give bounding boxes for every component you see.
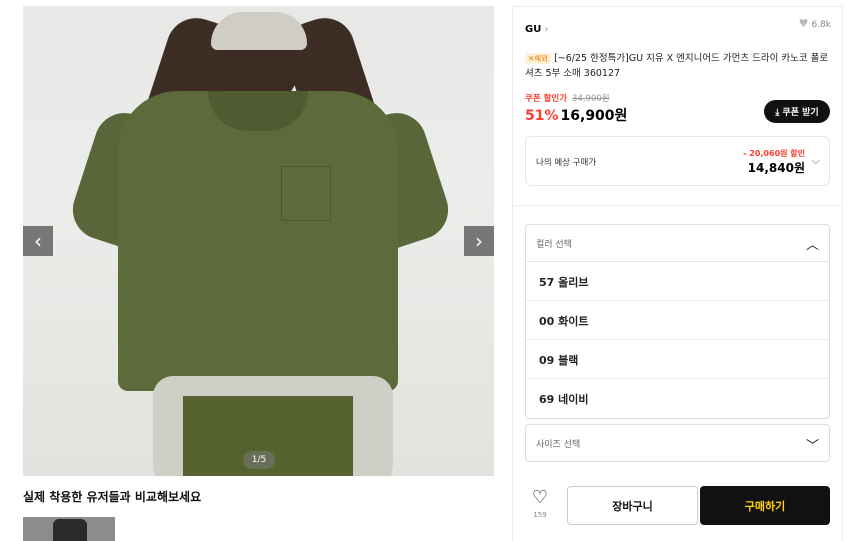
color-select-header[interactable]: 컬러 선택 ︿: [526, 225, 829, 262]
color-select-placeholder: 컬러 선택: [536, 240, 572, 250]
product-title-text: [~6/25 한정특가]GU 지유 X 엔지니어드 가먼츠 드라이 카노코 폴로…: [525, 53, 829, 79]
product-info-panel: GU › ♥ 6.8k ✕해외 [~6/25 한정특가]GU 지유 X 엔지니어드 가…: [512, 6, 843, 541]
product-photo-shirt: [118, 91, 398, 391]
divider: [513, 205, 842, 206]
buy-now-button[interactable]: 구매하기: [700, 486, 830, 525]
likes-count[interactable]: ♥ 6.8k: [799, 17, 831, 30]
color-option-label: 57 올리브: [539, 276, 589, 289]
brand-row: GU › ♥ 6.8k: [525, 17, 831, 35]
user-photo-thumbnail[interactable]: [23, 517, 115, 541]
model-photo-part: [281, 166, 331, 221]
coupon-label-text: 쿠폰 할인가: [525, 94, 568, 104]
brand-link[interactable]: GU: [525, 24, 541, 35]
model-photo-part: [211, 12, 307, 50]
product-title: ✕해외 [~6/25 한정특가]GU 지유 X 엔지니어드 가먼츠 드라이 카노코…: [525, 51, 831, 81]
get-coupon-button[interactable]: ⤓ 쿠폰 받기: [764, 100, 830, 123]
gallery-next-button[interactable]: ›: [464, 226, 494, 256]
product-image-gallery[interactable]: ‹ › 1/5: [23, 6, 494, 476]
estimated-discount: - 20,060원 할인: [743, 149, 805, 158]
heart-icon: ♥: [798, 17, 809, 30]
chevron-left-icon: ‹: [34, 229, 42, 253]
color-option[interactable]: 57 올리브: [526, 262, 829, 301]
wishlist-count: 159: [533, 511, 547, 519]
chevron-up-icon: ︿: [805, 238, 819, 253]
wishlist-button[interactable]: ♡ 159: [530, 487, 550, 520]
size-select-placeholder: 사이즈 선택: [536, 440, 581, 450]
color-option-label: 09 블랙: [539, 354, 579, 367]
color-option[interactable]: 00 화이트: [526, 301, 829, 340]
color-select-dropdown[interactable]: 컬러 선택 ︿ 57 올리브 00 화이트 09 블랙 69 네이비: [525, 224, 830, 419]
product-page: ‹ › 1/5 실제 착용한 유저들과 비교해보세요 GU › ♥ 6.8k ✕해외…: [0, 0, 850, 541]
discount-rate: 51%: [525, 108, 559, 124]
add-to-cart-button[interactable]: 장바구니: [567, 486, 698, 525]
color-option-label: 69 네이비: [539, 393, 589, 406]
compare-section-title: 실제 착용한 유저들과 비교해보세요: [23, 490, 202, 504]
chevron-right-icon: ›: [475, 229, 483, 253]
size-select-dropdown[interactable]: 사이즈 선택 ﹀: [525, 424, 830, 462]
gallery-prev-button[interactable]: ‹: [23, 226, 53, 256]
thumbnail-figure: [53, 519, 87, 541]
chevron-right-icon: ›: [544, 24, 549, 35]
color-option[interactable]: 09 블랙: [526, 340, 829, 379]
original-price: 34,900원: [572, 94, 610, 104]
color-option-label: 00 화이트: [539, 315, 589, 328]
estimated-price-box[interactable]: 나의 예상 구매가 - 20,060원 할인 14,840원 ⌵: [525, 136, 830, 186]
color-option[interactable]: 69 네이비: [526, 379, 829, 418]
sale-price: 16,900원: [560, 108, 628, 124]
estimated-price-label: 나의 예상 구매가: [536, 158, 597, 168]
estimated-price: 14,840원: [747, 161, 805, 175]
coupon-price-label: 쿠폰 할인가 34,900원: [525, 92, 610, 104]
price-row: 51% 16,900원: [525, 105, 627, 125]
chevron-down-icon: ⌵: [811, 154, 820, 167]
likes-value: 6.8k: [811, 20, 831, 30]
overseas-badge: ✕해외: [525, 53, 552, 64]
chevron-down-icon: ﹀: [805, 439, 819, 454]
heart-outline-icon: ♡: [531, 487, 549, 508]
gallery-counter: 1/5: [243, 451, 275, 469]
